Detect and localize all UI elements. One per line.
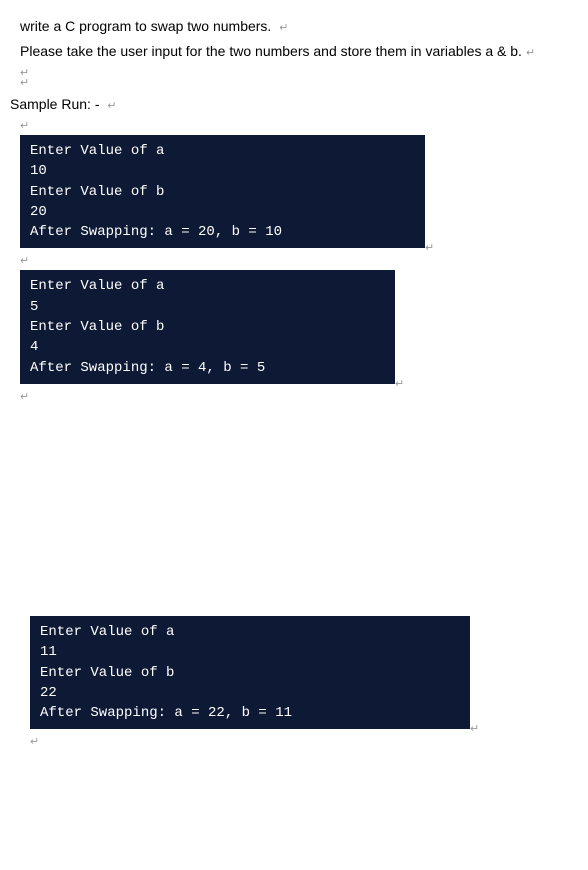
return-mark: ↵: [526, 47, 535, 59]
console-output-1: Enter Value of a10Enter Value of b20Afte…: [20, 135, 425, 248]
blank-line: ↵: [30, 735, 568, 745]
console-output-3: Enter Value of a11Enter Value of b22Afte…: [30, 616, 470, 729]
console-line: 22: [40, 683, 460, 703]
intro-line-1: write a C program to swap two numbers. ↵: [20, 16, 568, 37]
console-line: 10: [30, 161, 415, 181]
console-line: Enter Value of a: [40, 622, 460, 642]
console-line: 4: [30, 337, 385, 357]
console-line: 5: [30, 297, 385, 317]
return-mark: ↵: [279, 22, 288, 34]
return-mark: ↵: [107, 100, 116, 112]
console-line: Enter Value of b: [30, 317, 385, 337]
console-line: After Swapping: a = 4, b = 5: [30, 358, 385, 378]
blank-line: ↵: [20, 66, 568, 76]
sample-run-text: Sample Run: -: [10, 96, 99, 112]
blank-line: ↵: [20, 76, 568, 86]
intro-text-2: Please take the user input for the two n…: [20, 43, 522, 59]
console-line: Enter Value of a: [30, 276, 385, 296]
return-mark: ↵: [470, 722, 479, 735]
blank-line: ↵: [20, 254, 568, 264]
console-line: Enter Value of a: [30, 141, 415, 161]
console-output-2: Enter Value of a5Enter Value of b4After …: [20, 270, 395, 383]
console-line: After Swapping: a = 20, b = 10: [30, 222, 415, 242]
intro-text-1: write a C program to swap two numbers.: [20, 18, 271, 34]
intro-line-2: Please take the user input for the two n…: [20, 41, 568, 62]
return-mark: ↵: [425, 241, 434, 254]
console-line: 20: [30, 202, 415, 222]
sample-run-label: Sample Run: - ↵: [10, 94, 568, 115]
blank-line: ↵: [20, 119, 568, 129]
console-line: After Swapping: a = 22, b = 11: [40, 703, 460, 723]
blank-line: ↵: [20, 390, 568, 400]
console-line: Enter Value of b: [30, 182, 415, 202]
console-line: 11: [40, 642, 460, 662]
console-line: Enter Value of b: [40, 663, 460, 683]
return-mark: ↵: [395, 377, 404, 390]
